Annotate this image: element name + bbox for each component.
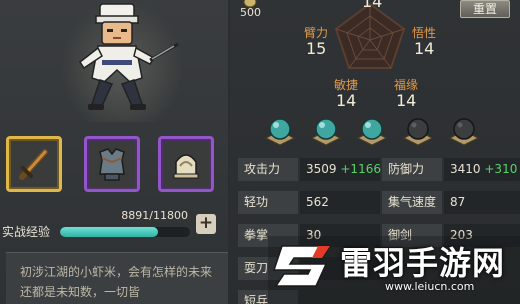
stats-row: 轻功 562 集气速度 87 [234,191,520,214]
sword-icon [19,149,48,180]
stat-bonus-defense: +310 [484,162,518,176]
reset-button[interactable]: 重置 [460,0,510,18]
character-bio: 初涉江湖的小虾米，会有怎样的未来还都是未知数，一切皆 [20,265,213,299]
potential-orb [310,118,342,146]
armor-icon [99,148,125,181]
stat-label-defense: 防御力 [382,158,442,181]
radar-top-value: 14 [362,0,383,11]
potential-orb [264,118,296,146]
stat-bonus-attack: +1166 [340,162,381,176]
potential-orb [356,118,388,146]
experience-bar-fill [60,227,158,237]
attr-value-fortune: 14 [396,91,417,110]
experience-bar [60,227,190,237]
attr-value-strength: 15 [306,39,327,58]
stat-label-attack: 攻击力 [238,158,298,181]
stat-value-charge-speed: 87 [444,191,520,214]
character-portrait [78,3,179,110]
potential-orb-empty [448,118,480,146]
experience-label: 实战经验 [2,225,51,239]
add-experience-button[interactable]: + [196,214,216,234]
stat-label-lightness: 轻功 [238,191,298,214]
weapon-slot[interactable] [6,136,62,192]
stats-row: 攻击力 3509 +1166 防御力 3410 +310 [234,158,520,181]
stat-value-attack: 3509 +1166 [300,158,381,181]
character-panel: 8891/11800 实战经验 + 初涉江湖的小虾米，会有怎样的未来还都是未知数… [0,0,228,304]
stat-value-lightness: 562 [300,191,380,214]
armor-slot[interactable] [84,136,140,192]
attr-value-comprehension: 14 [414,39,435,58]
stat-value-defense: 3410 +310 [444,158,520,181]
potential-orb-empty [402,118,434,146]
watermark-url: www.leiucn.com [385,280,475,293]
accessory-slot[interactable] [158,136,214,192]
stat-label-charge-speed: 集气速度 [382,191,442,214]
accessory-icon [173,154,199,179]
experience-value: 8891/11800 [121,209,188,222]
attribute-radar [334,2,406,69]
attr-value-agility: 14 [336,91,357,110]
currency-value: 500 [240,6,261,19]
watermark-title: 雷羽手游网 [340,244,506,282]
